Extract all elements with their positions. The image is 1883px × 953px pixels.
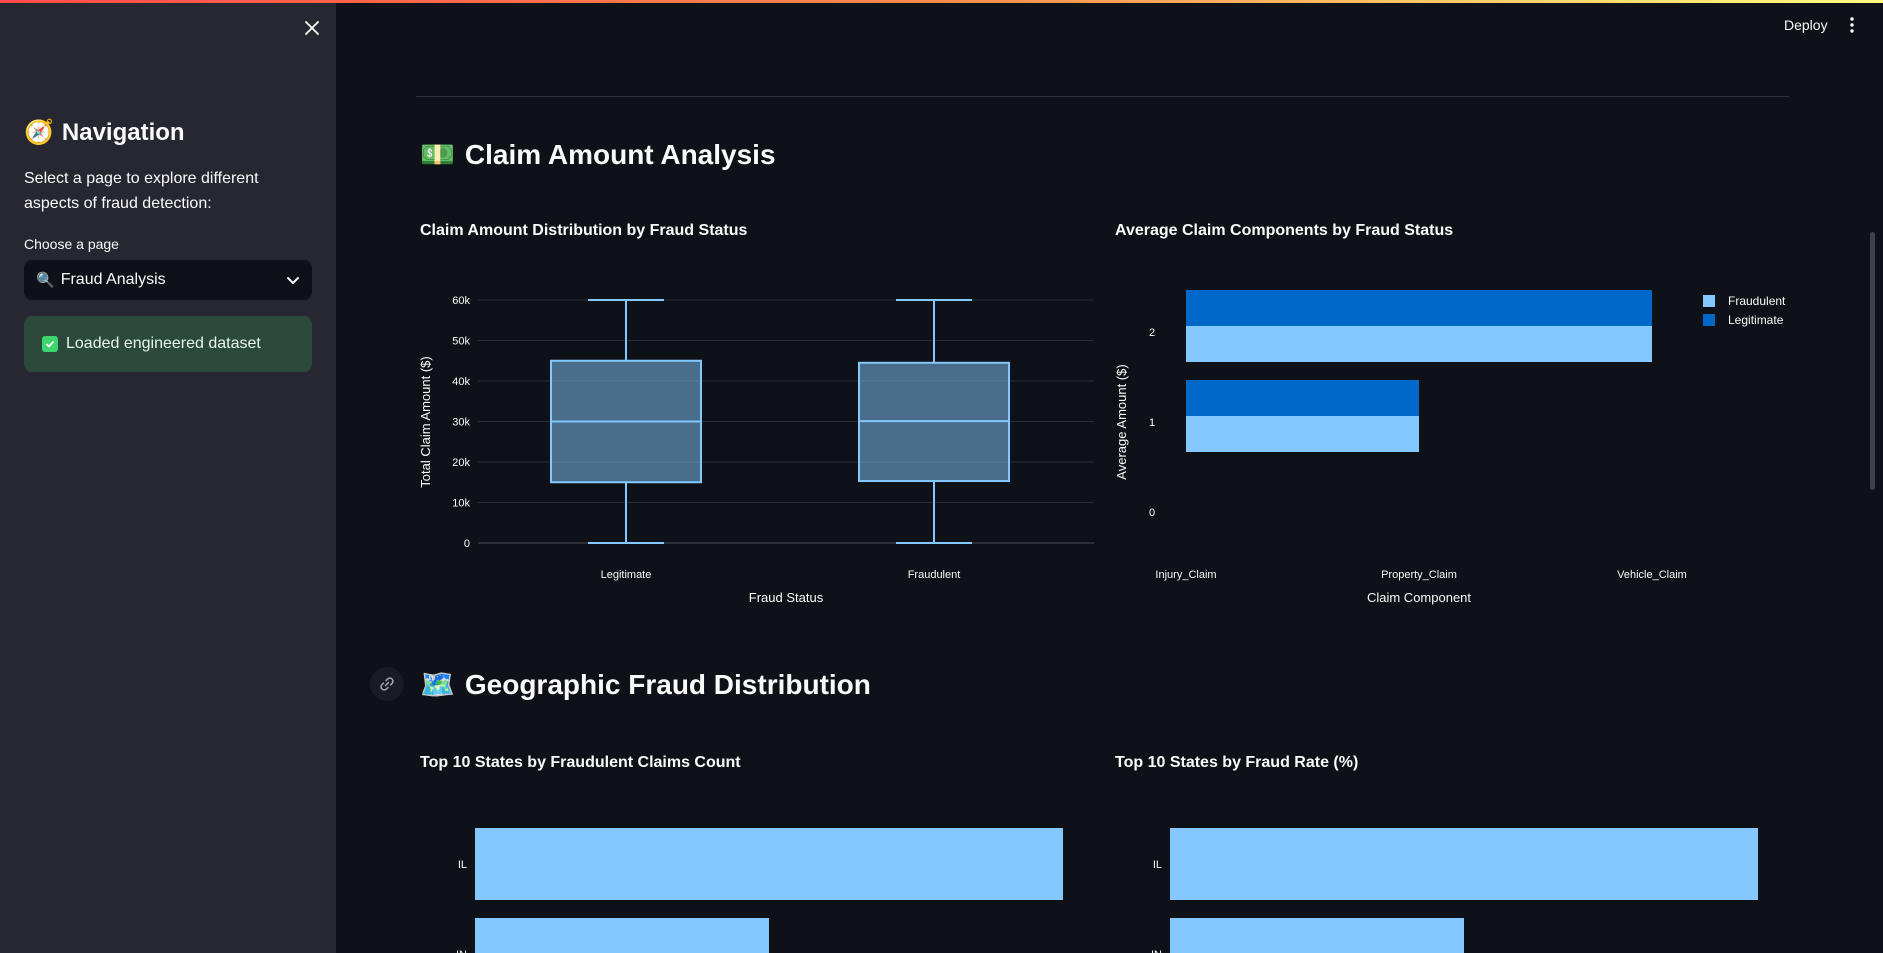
- sidebar-description: Select a page to explore different aspec…: [24, 170, 259, 212]
- state-tick-label: IL: [458, 859, 467, 871]
- legend-swatch-fraudulent: [1703, 295, 1715, 307]
- sidebar-title-text: Navigation: [61, 118, 185, 146]
- box-chart-xlabel: Fraud Status: [749, 590, 824, 605]
- main-scrollbar[interactable]: [1870, 232, 1875, 490]
- box-xtick-label: Legitimate: [601, 569, 652, 581]
- box-plot-chart: 0 10k 20k 30k 40k 50k 60k Legitimate Fraudulent…: [418, 295, 1094, 605]
- geo-section-title: 🗺️ Geographic Fraud Distribution: [420, 668, 871, 701]
- success-alert-text: Loaded engineered dataset: [66, 335, 261, 352]
- components-legend[interactable]: Fraudulent Legitimate: [1703, 294, 1786, 327]
- state-tick-label: IL: [1153, 859, 1162, 871]
- more-menu-icon[interactable]: [1846, 15, 1858, 35]
- close-icon: [305, 21, 319, 35]
- components-bar-fraudulent: [1186, 416, 1419, 452]
- money-icon: 💵: [420, 139, 455, 170]
- sidebar-title: 🧭 Navigation: [24, 118, 185, 147]
- states-count-chart-title: Top 10 States by Fraudulent Claims Count: [420, 754, 741, 771]
- close-sidebar-button[interactable]: [300, 16, 324, 40]
- components-bar-legitimate: [1186, 290, 1652, 326]
- compass-icon: 🧭: [24, 119, 54, 146]
- components-ytick-label: 1: [1149, 417, 1155, 429]
- state-bar: [1170, 828, 1758, 900]
- box-ytick-label: 10k: [452, 498, 470, 510]
- success-alert: Loaded engineered dataset: [24, 316, 312, 372]
- claim-section-title: 💵 Claim Amount Analysis: [420, 138, 776, 171]
- box-ytick-label: 0: [464, 538, 470, 550]
- sidebar: 🧭 Navigation Select a page to explore di…: [0, 0, 336, 953]
- section-divider: [416, 96, 1789, 97]
- components-ytick-label: 2: [1149, 327, 1155, 339]
- page-select-label: Choose a page: [24, 236, 119, 252]
- legend-swatch-legitimate: [1703, 314, 1715, 326]
- box-ytick-label: 30k: [452, 417, 470, 429]
- components-bar-chart: 0 1 2 Injury_Claim Property_Claim Vehicle_Cla…: [1114, 290, 1786, 605]
- claim-section-title-text: Claim Amount Analysis: [464, 138, 776, 170]
- components-chart-xlabel: Claim Component: [1367, 590, 1471, 605]
- page-select[interactable]: 🔍 Fraud Analysis: [24, 260, 312, 300]
- components-chart-title: Average Claim Components by Fraud Status: [1115, 222, 1454, 239]
- components-bar-fraudulent: [1186, 326, 1652, 362]
- states-rate-chart: ILIN ate: [1151, 828, 1758, 953]
- box-ytick-label: 50k: [452, 336, 470, 348]
- box-ytick-label: 60k: [452, 295, 470, 307]
- box-ytick-label: 40k: [452, 376, 470, 388]
- check-icon: [42, 336, 58, 352]
- components-bar-legitimate: [1186, 380, 1419, 416]
- page-select-value: Fraud Analysis: [60, 271, 166, 288]
- link-icon: [380, 677, 394, 691]
- components-ytick-label: 0: [1149, 507, 1155, 519]
- components-xtick-label: Property_Claim: [1381, 569, 1457, 581]
- components-xtick-label: Injury_Claim: [1155, 569, 1216, 581]
- states-rate-chart-title: Top 10 States by Fraud Rate (%): [1115, 754, 1359, 771]
- box-ytick-label: 20k: [452, 457, 470, 469]
- state-tick-label: IN: [1151, 949, 1162, 953]
- deploy-button[interactable]: Deploy: [1784, 17, 1828, 33]
- legend-label-fraudulent[interactable]: Fraudulent: [1728, 294, 1786, 308]
- top-decoration-bar: [0, 0, 1883, 3]
- box-chart-ylabel: Total Claim Amount ($): [418, 356, 433, 488]
- section-link-button[interactable]: [370, 667, 404, 701]
- chevron-down-icon: [287, 277, 299, 284]
- state-bar: [475, 828, 1063, 900]
- states-count-chart: ILIN ate: [456, 828, 1063, 953]
- legend-label-legitimate[interactable]: Legitimate: [1728, 313, 1784, 327]
- state-bar: [475, 918, 769, 953]
- state-bar: [1170, 918, 1464, 953]
- map-icon: 🗺️: [420, 669, 455, 700]
- magnifier-icon: 🔍: [36, 272, 55, 289]
- state-tick-label: IN: [456, 949, 467, 953]
- geo-section-title-text: Geographic Fraud Distribution: [464, 668, 871, 700]
- box-xtick-label: Fraudulent: [908, 569, 961, 581]
- components-xtick-label: Vehicle_Claim: [1617, 569, 1687, 581]
- components-chart-ylabel: Average Amount ($): [1114, 364, 1129, 479]
- box-chart-title: Claim Amount Distribution by Fraud Statu…: [420, 222, 748, 239]
